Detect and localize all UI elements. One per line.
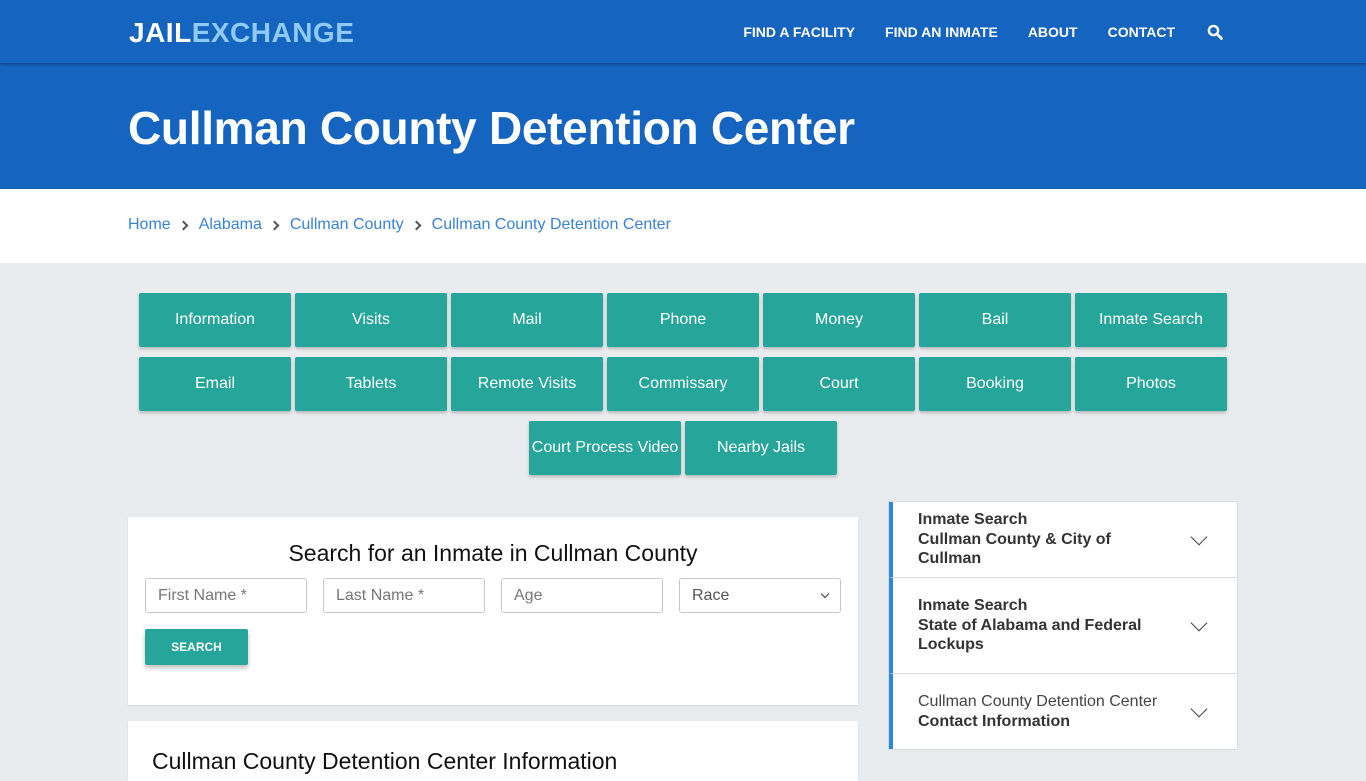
chevron-right-icon xyxy=(411,220,422,230)
nav-about[interactable]: ABOUT xyxy=(1028,24,1078,40)
tile-tablets[interactable]: Tablets xyxy=(295,357,447,411)
tile-money[interactable]: Money xyxy=(763,293,915,347)
accordion-item-line2: State of Alabama and Federal Lockups xyxy=(918,616,1142,654)
breadcrumb-alabama[interactable]: Alabama xyxy=(199,216,262,234)
nav-find-an-inmate[interactable]: FIND AN INMATE xyxy=(885,24,998,40)
tile-nearby-jails[interactable]: Nearby Jails xyxy=(685,421,837,475)
tile-court-process-video[interactable]: Court Process Video xyxy=(529,421,681,475)
tile-commissary[interactable]: Commissary xyxy=(607,357,759,411)
accordion-item-line2: Cullman County & City of Cullman xyxy=(918,530,1111,568)
accordion-item-line1: Inmate Search xyxy=(918,597,1028,615)
race-select[interactable]: Race xyxy=(679,578,841,613)
breadcrumb-home[interactable]: Home xyxy=(128,216,171,234)
breadcrumb-cullman-county[interactable]: Cullman County xyxy=(290,216,404,234)
first-name-input[interactable] xyxy=(145,578,307,613)
search-button[interactable]: SEARCH xyxy=(145,629,248,665)
tile-bail[interactable]: Bail xyxy=(919,293,1071,347)
accordion-item-state-federal-inmate-search[interactable]: Inmate Search State of Alabama and Feder… xyxy=(889,578,1237,674)
accordion-item-line1: Cullman County Detention Center xyxy=(918,693,1158,710)
tile-photos[interactable]: Photos xyxy=(1075,357,1227,411)
tile-email[interactable]: Email xyxy=(139,357,291,411)
chevron-down-icon xyxy=(1190,614,1208,631)
inmate-search-card: Search for an Inmate in Cullman County R… xyxy=(128,517,858,705)
tile-mail[interactable]: Mail xyxy=(451,293,603,347)
tile-court[interactable]: Court xyxy=(763,357,915,411)
tile-phone[interactable]: Phone xyxy=(607,293,759,347)
logo-jail-text: JAIL xyxy=(129,17,192,48)
chevron-down-icon xyxy=(820,589,830,599)
site-logo[interactable]: JAILEXCHANGE xyxy=(129,16,354,50)
logo-exchange-text: EXCHANGE xyxy=(191,17,355,48)
info-card-title: Cullman County Detention Center Informat… xyxy=(152,748,618,774)
facility-nav-tiles: Information Visits Mail Phone Money Bail… xyxy=(137,293,1229,485)
accordion-item-county-inmate-search[interactable]: Inmate Search Cullman County & City of C… xyxy=(889,502,1237,578)
sidebar-accordion: Inmate Search Cullman County & City of C… xyxy=(888,501,1238,750)
hero-banner: Cullman County Detention Center xyxy=(0,64,1366,189)
race-select-value: Race xyxy=(692,586,730,604)
breadcrumb: Home Alabama Cullman County Cullman Coun… xyxy=(128,216,671,234)
chevron-right-icon xyxy=(178,220,189,230)
accordion-item-line2: Contact Information xyxy=(918,712,1070,730)
chevron-right-icon xyxy=(269,220,280,230)
tile-visits[interactable]: Visits xyxy=(295,293,447,347)
nav-contact[interactable]: CONTACT xyxy=(1108,24,1175,40)
chevron-down-icon xyxy=(1190,700,1208,717)
tile-booking[interactable]: Booking xyxy=(919,357,1071,411)
search-form-row: Race xyxy=(145,578,841,613)
accordion-item-line1: Inmate Search xyxy=(918,511,1028,529)
tile-inmate-search[interactable]: Inmate Search xyxy=(1075,293,1227,347)
last-name-input[interactable] xyxy=(323,578,485,613)
chevron-down-icon xyxy=(1190,528,1208,545)
accordion-item-contact-information[interactable]: Cullman County Detention Center Contact … xyxy=(889,674,1237,749)
breadcrumb-bar: Home Alabama Cullman County Cullman Coun… xyxy=(0,189,1366,263)
facility-info-card: Cullman County Detention Center Informat… xyxy=(128,721,858,781)
top-navbar: JAILEXCHANGE FIND A FACILITY FIND AN INM… xyxy=(0,0,1366,64)
main-nav: FIND A FACILITY FIND AN INMATE ABOUT CON… xyxy=(713,0,1223,64)
tile-information[interactable]: Information xyxy=(139,293,291,347)
page-title: Cullman County Detention Center xyxy=(128,102,855,154)
age-input[interactable] xyxy=(501,578,663,613)
breadcrumb-current[interactable]: Cullman County Detention Center xyxy=(432,216,671,234)
tile-remote-visits[interactable]: Remote Visits xyxy=(451,357,603,411)
search-card-title: Search for an Inmate in Cullman County xyxy=(288,540,698,566)
search-icon[interactable] xyxy=(1207,24,1223,40)
nav-find-a-facility[interactable]: FIND A FACILITY xyxy=(743,24,855,40)
